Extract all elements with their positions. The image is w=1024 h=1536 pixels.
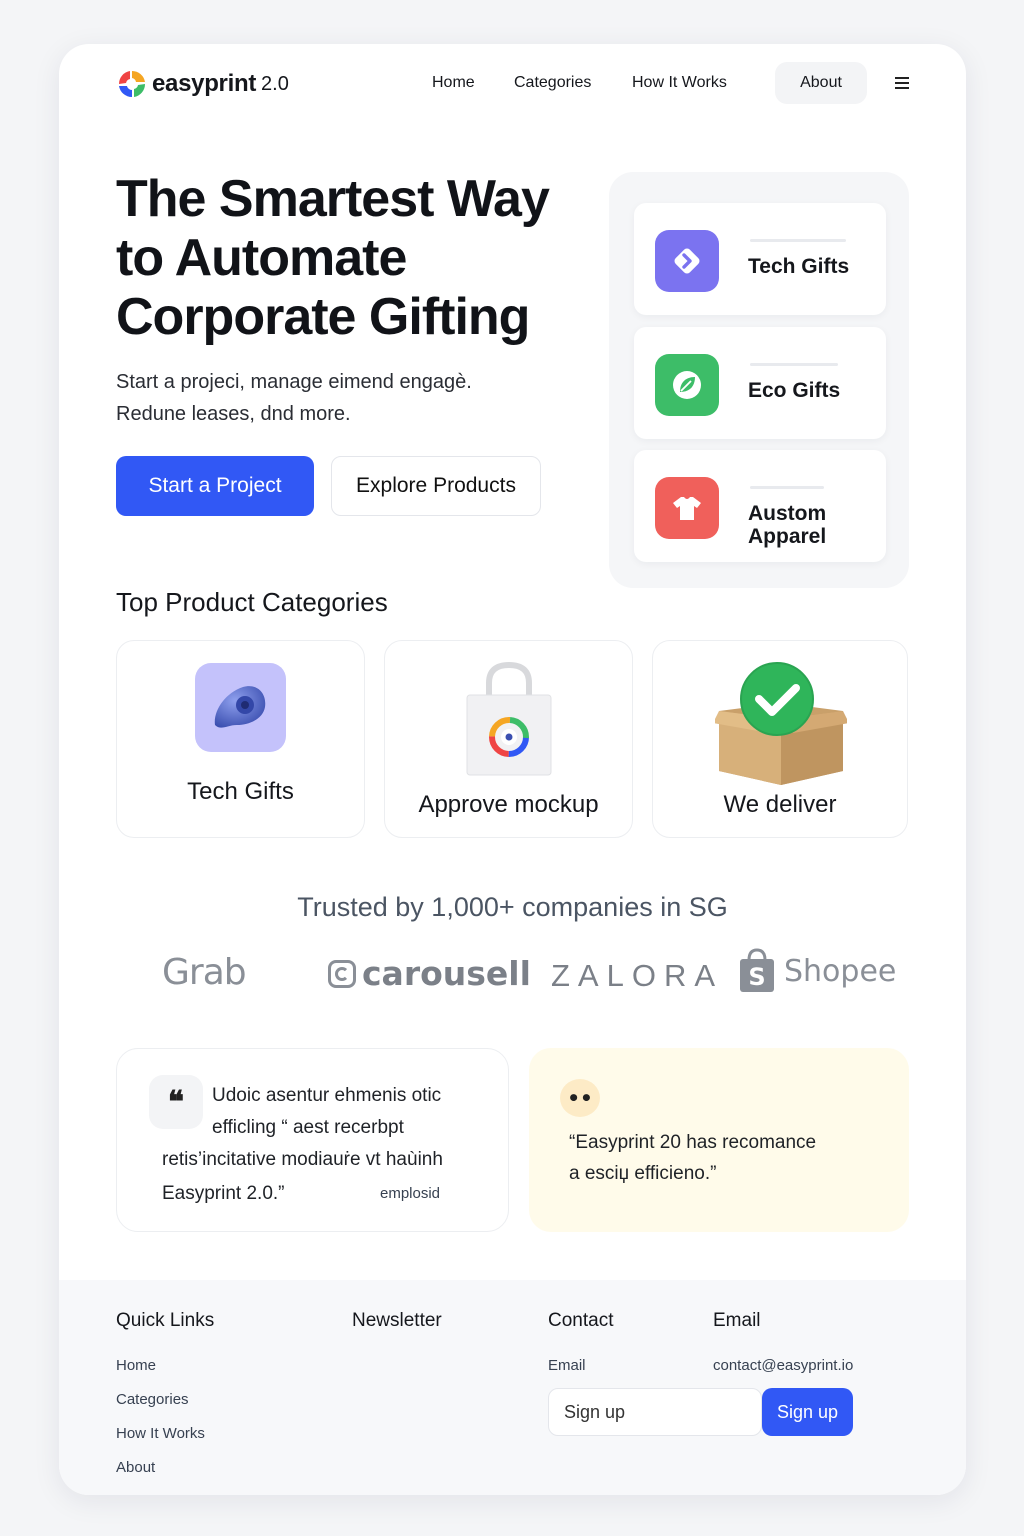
categories-title: Top Product Categories: [116, 587, 388, 617]
divider: [750, 486, 824, 489]
newsletter-email-input[interactable]: [548, 1388, 762, 1436]
testimonial-text: Udoic asentur ehmenis otic: [212, 1085, 442, 1106]
nav-how-it-works[interactable]: How It Works: [632, 74, 727, 92]
featured-categories-panel: Tech Gifts Eco Gifts Austom Apparel: [609, 172, 909, 588]
hero-title-line: Corporate Gifting: [116, 288, 530, 346]
category-card-approve-mockup[interactable]: Approve mockup: [384, 640, 633, 838]
leaf-icon: [655, 354, 719, 416]
footer-link-home[interactable]: Home: [116, 1357, 156, 1374]
category-label: Tech Gifts: [187, 778, 294, 805]
contact-email-label: Email: [548, 1357, 586, 1374]
testimonial-card-highlight: •• “Easyprint 20 has recomance a esciџ e…: [529, 1048, 909, 1232]
testimonial-text: Easyprint 2.0.”: [162, 1183, 285, 1204]
nav-categories[interactable]: Categories: [514, 74, 591, 92]
nav-about[interactable]: About: [775, 62, 867, 104]
logo[interactable]: easyprint 2.0: [116, 68, 289, 100]
testimonial-text: retis’incitative modiauṙe vt haùinh: [162, 1149, 443, 1170]
hero-title: The Smartest Way to Automate Corporate G…: [116, 170, 586, 347]
nav-home[interactable]: Home: [432, 74, 475, 92]
divider: [750, 239, 846, 242]
svg-text:S: S: [748, 963, 765, 991]
menu-icon[interactable]: [895, 77, 909, 89]
carousell-wordmark: carousell: [362, 954, 531, 993]
side-card-custom-apparel[interactable]: Austom Apparel: [634, 450, 886, 562]
testimonial-author: emplosid: [380, 1185, 441, 1202]
carousell-logo: carousell: [328, 954, 531, 993]
top-nav: easyprint 2.0 Home Categories How It Wor…: [59, 44, 966, 124]
side-card-tech-gifts[interactable]: Tech Gifts: [634, 203, 886, 315]
contact-title: Contact: [548, 1310, 614, 1331]
side-card-label: Eco Gifts: [748, 379, 841, 402]
side-card-eco-gifts[interactable]: Eco Gifts: [634, 327, 886, 439]
shopee-logo: S Shopee: [738, 948, 896, 994]
footer-link-categories[interactable]: Categories: [116, 1391, 189, 1408]
testimonial-card: ❝ Udoic asentur ehmenis otic efficling “…: [116, 1048, 509, 1232]
tshirt-icon: [655, 477, 719, 539]
side-card-label-line: Apparel: [748, 525, 827, 548]
divider: [750, 363, 838, 366]
newsletter-title: Newsletter: [352, 1310, 442, 1331]
side-card-label-line: Austom: [748, 502, 827, 525]
brand-version: 2.0: [261, 72, 289, 95]
category-card-we-deliver[interactable]: We deliver: [652, 640, 908, 838]
testimonial-text: a esciџ efficieno.”: [569, 1163, 717, 1184]
testimonial-text: efficling “ aest recerbpt: [212, 1117, 404, 1138]
footer-link-about[interactable]: About: [116, 1459, 155, 1476]
shopee-wordmark: Shopee: [784, 953, 897, 989]
start-project-button[interactable]: Start a Project: [116, 456, 314, 516]
tag-icon: [655, 230, 719, 292]
category-label: We deliver: [723, 791, 837, 818]
hero-subtitle-line: Redune leases, dnd more.: [116, 403, 351, 425]
hero-subtitle-line: Start a projeci, manage eimend engagè.: [116, 371, 472, 393]
earbud-icon: [195, 663, 286, 752]
category-label: Approve mockup: [418, 791, 599, 818]
grab-logo: Grab: [162, 952, 247, 993]
contact-email-link[interactable]: contact@easyprint.io: [713, 1357, 853, 1374]
page-card: easyprint 2.0 Home Categories How It Wor…: [59, 44, 966, 1495]
category-card-tech-gifts[interactable]: Tech Gifts: [116, 640, 365, 838]
quick-links-title: Quick Links: [116, 1310, 215, 1331]
partner-logos: Grab carousell ZALORA S Shopee: [59, 944, 966, 1004]
tote-bag-icon: [461, 659, 557, 779]
hero-subtitle: Start a projeci, manage eimend engagè. R…: [116, 366, 576, 430]
footer: Quick Links Home Categories How It Works…: [59, 1280, 966, 1495]
brand-name: easyprint: [152, 70, 257, 97]
quote-icon: ❝: [149, 1075, 203, 1129]
signup-button[interactable]: Sign up: [762, 1388, 853, 1436]
footer-link-how-it-works[interactable]: How It Works: [116, 1425, 205, 1442]
shopee-bag-icon: S: [738, 948, 776, 994]
delivered-box-icon: [713, 661, 849, 791]
side-card-label: Austom Apparel: [748, 502, 878, 548]
carousell-icon: [328, 959, 356, 988]
hero-title-line: The Smartest Way: [116, 170, 550, 228]
explore-products-button[interactable]: Explore Products: [331, 456, 541, 516]
zalora-logo: ZALORA: [551, 958, 724, 993]
hero-title-line: to Automate: [116, 229, 407, 287]
easyprint-logo-icon: [116, 68, 148, 100]
email-title: Email: [713, 1310, 761, 1331]
quote-icon: ••: [560, 1079, 600, 1117]
trusted-title: Trusted by 1,000+ companies in SG: [297, 892, 728, 922]
side-card-label: Tech Gifts: [748, 255, 850, 278]
testimonial-text: “Easyprint 20 has recomance: [569, 1132, 817, 1153]
